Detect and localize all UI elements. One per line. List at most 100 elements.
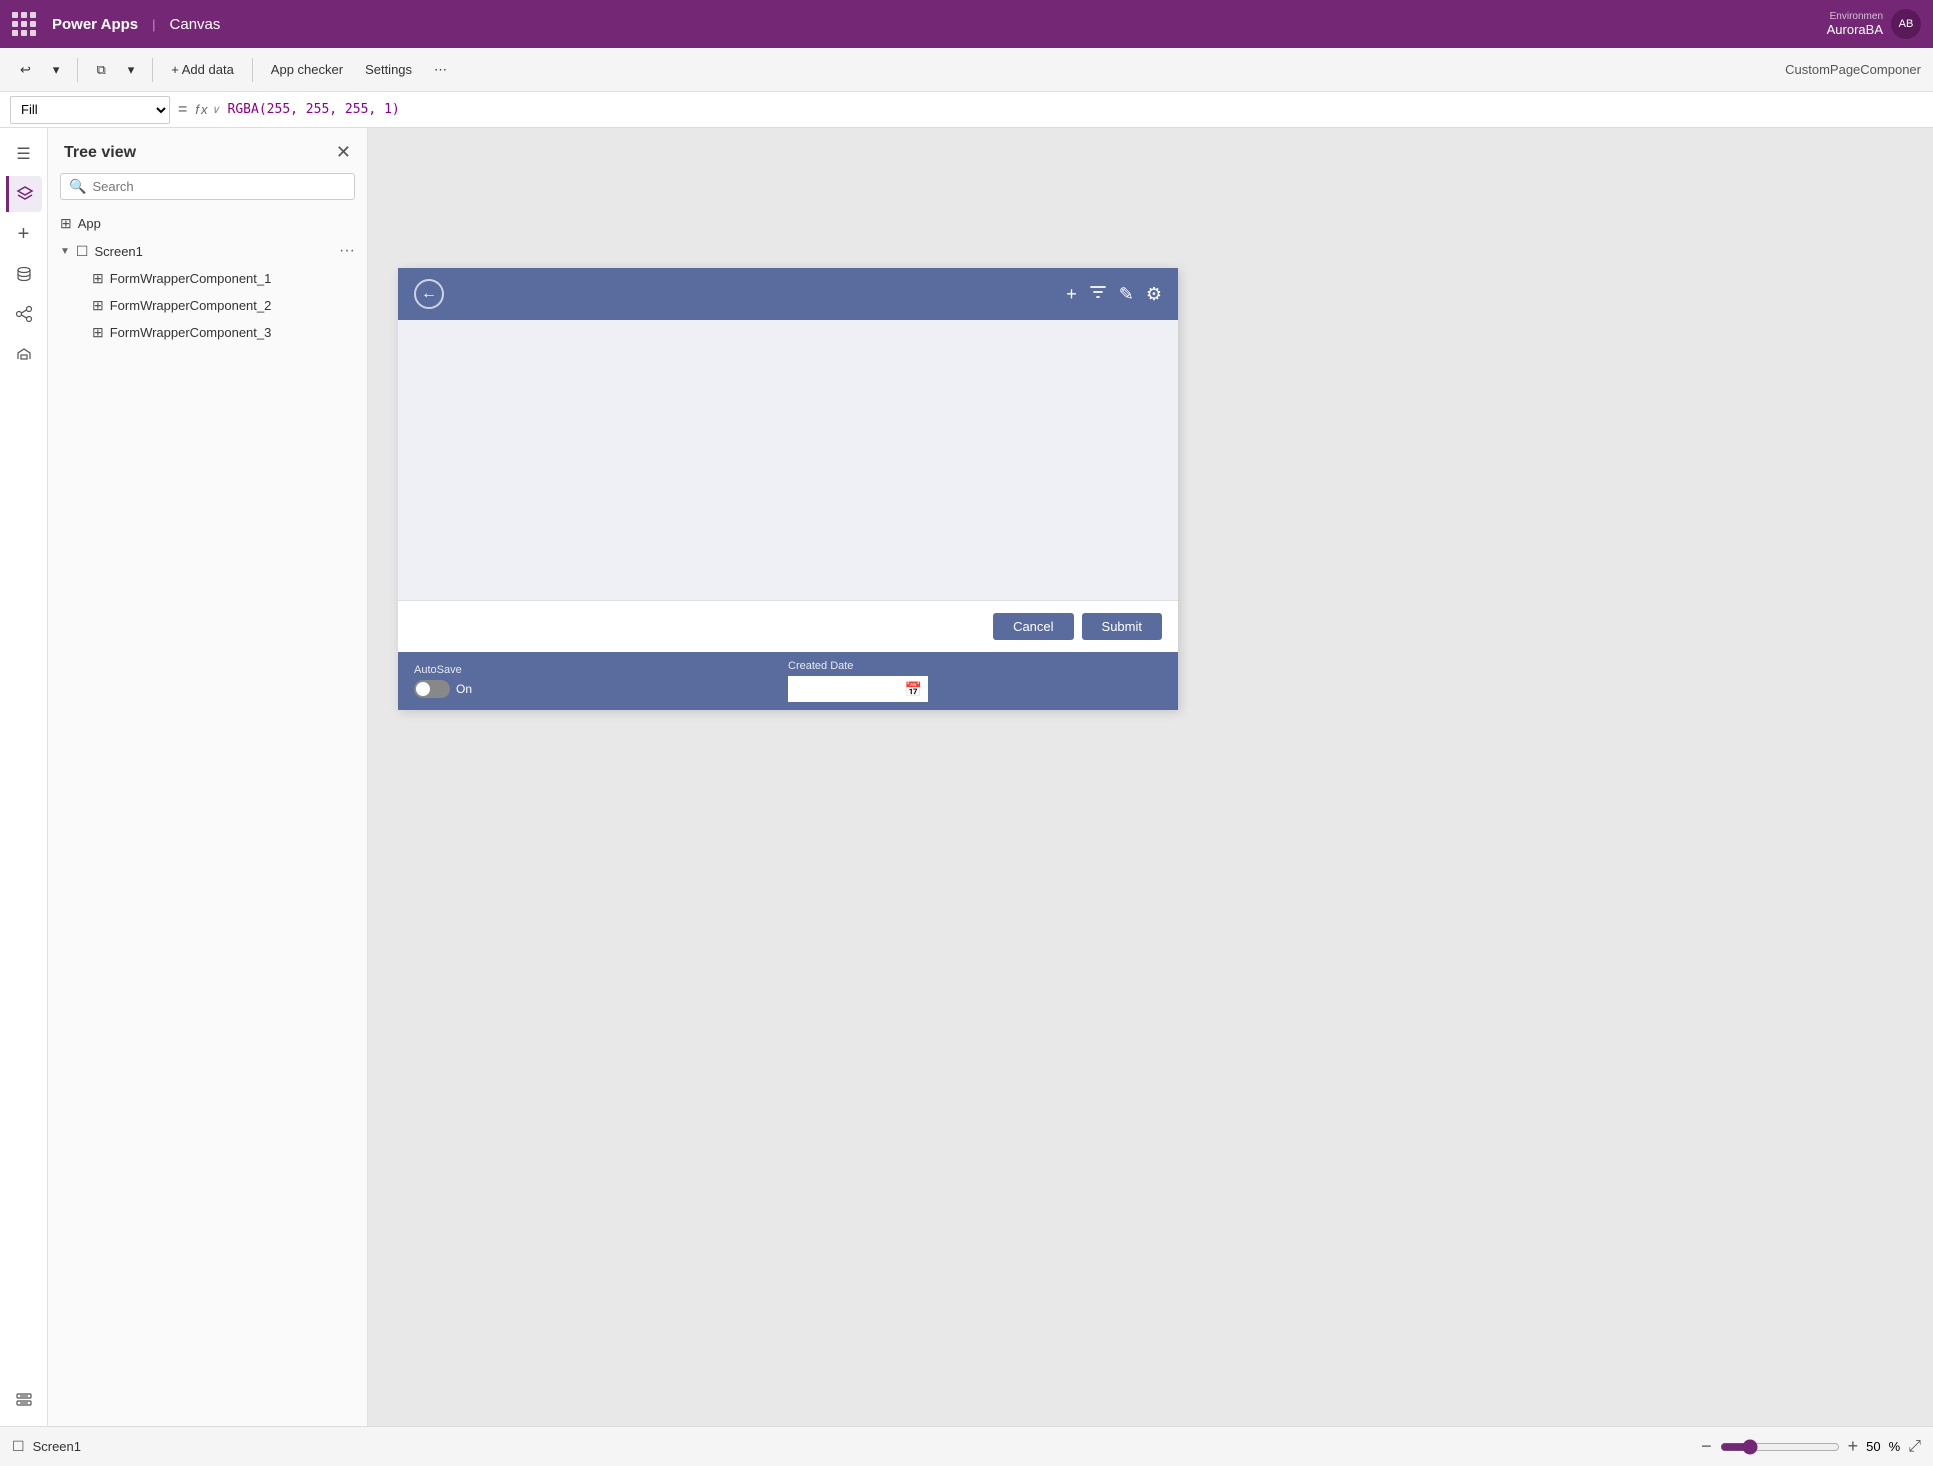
icon-sidebar: ☰ + <box>0 128 48 1426</box>
property-dropdown[interactable]: Fill <box>10 96 170 124</box>
tree-close-button[interactable]: ✕ <box>336 142 351 163</box>
screen-icon: ☐ <box>76 243 89 260</box>
undo-button[interactable]: ↩ <box>12 58 39 82</box>
tree-header: Tree view ✕ <box>48 128 367 173</box>
app-checker-button[interactable]: App checker <box>263 58 351 81</box>
comp-filter-icon[interactable] <box>1089 283 1107 306</box>
more-options-button[interactable]: ⋯ <box>426 58 455 82</box>
add-button[interactable]: + <box>6 216 42 252</box>
search-icon: 🔍 <box>69 178 86 195</box>
status-bar: ☐ Screen1 − + 50 % ⤢ <box>0 1426 1933 1466</box>
created-date-section: Created Date 📅 <box>788 660 1162 702</box>
equals-sign: = <box>178 101 187 119</box>
zoom-percent-unit: % <box>1889 1439 1901 1454</box>
connections-icon <box>15 305 33 323</box>
comp-settings-icon[interactable]: ⚙ <box>1146 284 1162 305</box>
menu-toggle-button[interactable]: ☰ <box>6 136 42 172</box>
screen1-label: Screen1 <box>94 244 333 259</box>
product-name: Power Apps <box>52 16 138 33</box>
cancel-button[interactable]: Cancel <box>993 613 1073 640</box>
variables-icon <box>15 1391 33 1409</box>
zoom-slider[interactable] <box>1720 1439 1840 1455</box>
copy-dropdown-button[interactable]: ▾ <box>120 58 143 82</box>
formula-value: RGBA(255, 255, 255, 1) <box>228 102 400 117</box>
routes-button[interactable] <box>6 336 42 372</box>
environment-info: Environmen AuroraBA <box>1827 11 1883 37</box>
chevron-down-icon: ▼ <box>60 246 70 257</box>
component-1-label: FormWrapperComponent_1 <box>110 271 355 286</box>
layers-icon <box>16 185 34 203</box>
database-icon <box>15 265 33 283</box>
variables-button[interactable] <box>6 1382 42 1418</box>
screen-status-label: Screen1 <box>33 1439 81 1454</box>
autosave-section: AutoSave On <box>414 664 788 698</box>
copy-button[interactable]: ⧉ <box>88 58 113 82</box>
zoom-in-button[interactable]: + <box>1848 1436 1859 1457</box>
autosave-label: AutoSave <box>414 664 788 676</box>
connections-button[interactable] <box>6 296 42 332</box>
comp-header-right: + ✎ ⚙ <box>1066 283 1162 306</box>
component-header: ← + ✎ ⚙ <box>398 268 1178 320</box>
comp-header-left: ← <box>414 279 444 309</box>
env-name: AuroraBA <box>1827 22 1883 37</box>
created-date-label: Created Date <box>788 660 1162 672</box>
toolbar-separator-2 <box>152 58 153 82</box>
component-2-label: FormWrapperComponent_2 <box>110 298 355 313</box>
tree-item-app[interactable]: ⊞ App <box>52 210 363 237</box>
tree-item-component-1[interactable]: ⊞ FormWrapperComponent_1 <box>84 265 363 292</box>
routes-icon <box>15 345 33 363</box>
search-box[interactable]: 🔍 <box>60 173 355 200</box>
tree-items: ⊞ App ▼ ☐ Screen1 ··· ⊞ FormWrapperCompo… <box>48 210 367 346</box>
toolbar-separator-1 <box>77 58 78 82</box>
autosave-toggle[interactable] <box>414 680 450 698</box>
zoom-out-button[interactable]: − <box>1701 1436 1712 1457</box>
tree-panel: Tree view ✕ 🔍 ⊞ App ▼ ☐ Screen1 ··· <box>48 128 368 1426</box>
page-title: CustomPageComponer <box>1785 62 1921 77</box>
comp-edit-icon[interactable]: ✎ <box>1119 284 1134 305</box>
screen1-more-button[interactable]: ··· <box>339 242 355 260</box>
component-icon-3: ⊞ <box>92 324 104 341</box>
toggle-thumb <box>416 682 430 696</box>
formula-bar: Fill = fx ∨ RGBA(255, 255, 255, 1) <box>0 92 1933 128</box>
component-3-label: FormWrapperComponent_3 <box>110 325 355 340</box>
fx-label: fx ∨ <box>195 102 219 117</box>
comp-add-icon[interactable]: + <box>1066 284 1077 305</box>
calendar-icon: 📅 <box>905 681 922 698</box>
fit-to-screen-button[interactable]: ⤢ <box>1908 1438 1921 1456</box>
zoom-controls: − + 50 % ⤢ <box>1701 1436 1921 1457</box>
top-bar-right: Environmen AuroraBA AB <box>1827 9 1921 39</box>
undo-dropdown-button[interactable]: ▾ <box>45 58 68 82</box>
component-icon-1: ⊞ <box>92 270 104 287</box>
toggle-on-label: On <box>456 682 472 696</box>
component-icon-2: ⊞ <box>92 297 104 314</box>
component-preview: ← + ✎ ⚙ Cancel Submit <box>398 268 1178 710</box>
add-data-button[interactable]: + Add data <box>163 58 242 81</box>
toolbar-separator-3 <box>252 58 253 82</box>
comp-back-button[interactable]: ← <box>414 279 444 309</box>
settings-button[interactable]: Settings <box>357 58 420 81</box>
screen-status-icon: ☐ <box>12 1438 25 1455</box>
tree-item-component-3[interactable]: ⊞ FormWrapperComponent_3 <box>84 319 363 346</box>
app-icon: ⊞ <box>60 215 72 232</box>
component-bottom-bar: AutoSave On Created Date 📅 <box>398 652 1178 710</box>
tree-title: Tree view <box>64 144 136 162</box>
top-bar: Power Apps | Canvas Environmen AuroraBA … <box>0 0 1933 48</box>
user-avatar[interactable]: AB <box>1891 9 1921 39</box>
date-input[interactable]: 📅 <box>788 676 928 702</box>
tree-item-component-2[interactable]: ⊞ FormWrapperComponent_2 <box>84 292 363 319</box>
tree-item-screen1[interactable]: ▼ ☐ Screen1 ··· <box>52 237 363 265</box>
tree-children: ⊞ FormWrapperComponent_1 ⊞ FormWrapperCo… <box>52 265 363 346</box>
main-layout: ☰ + <box>0 128 1933 1426</box>
app-label: App <box>78 216 355 231</box>
database-button[interactable] <box>6 256 42 292</box>
search-input[interactable] <box>92 179 346 194</box>
env-label: Environmen <box>1830 11 1883 22</box>
toggle-container: On <box>414 680 788 698</box>
layers-button[interactable] <box>6 176 42 212</box>
title-separator: | <box>152 17 155 32</box>
app-launcher-icon[interactable] <box>12 12 36 36</box>
submit-button[interactable]: Submit <box>1082 613 1162 640</box>
mode-label: Canvas <box>170 16 221 33</box>
canvas-area: ← + ✎ ⚙ Cancel Submit <box>368 128 1933 1426</box>
component-body <box>398 320 1178 600</box>
